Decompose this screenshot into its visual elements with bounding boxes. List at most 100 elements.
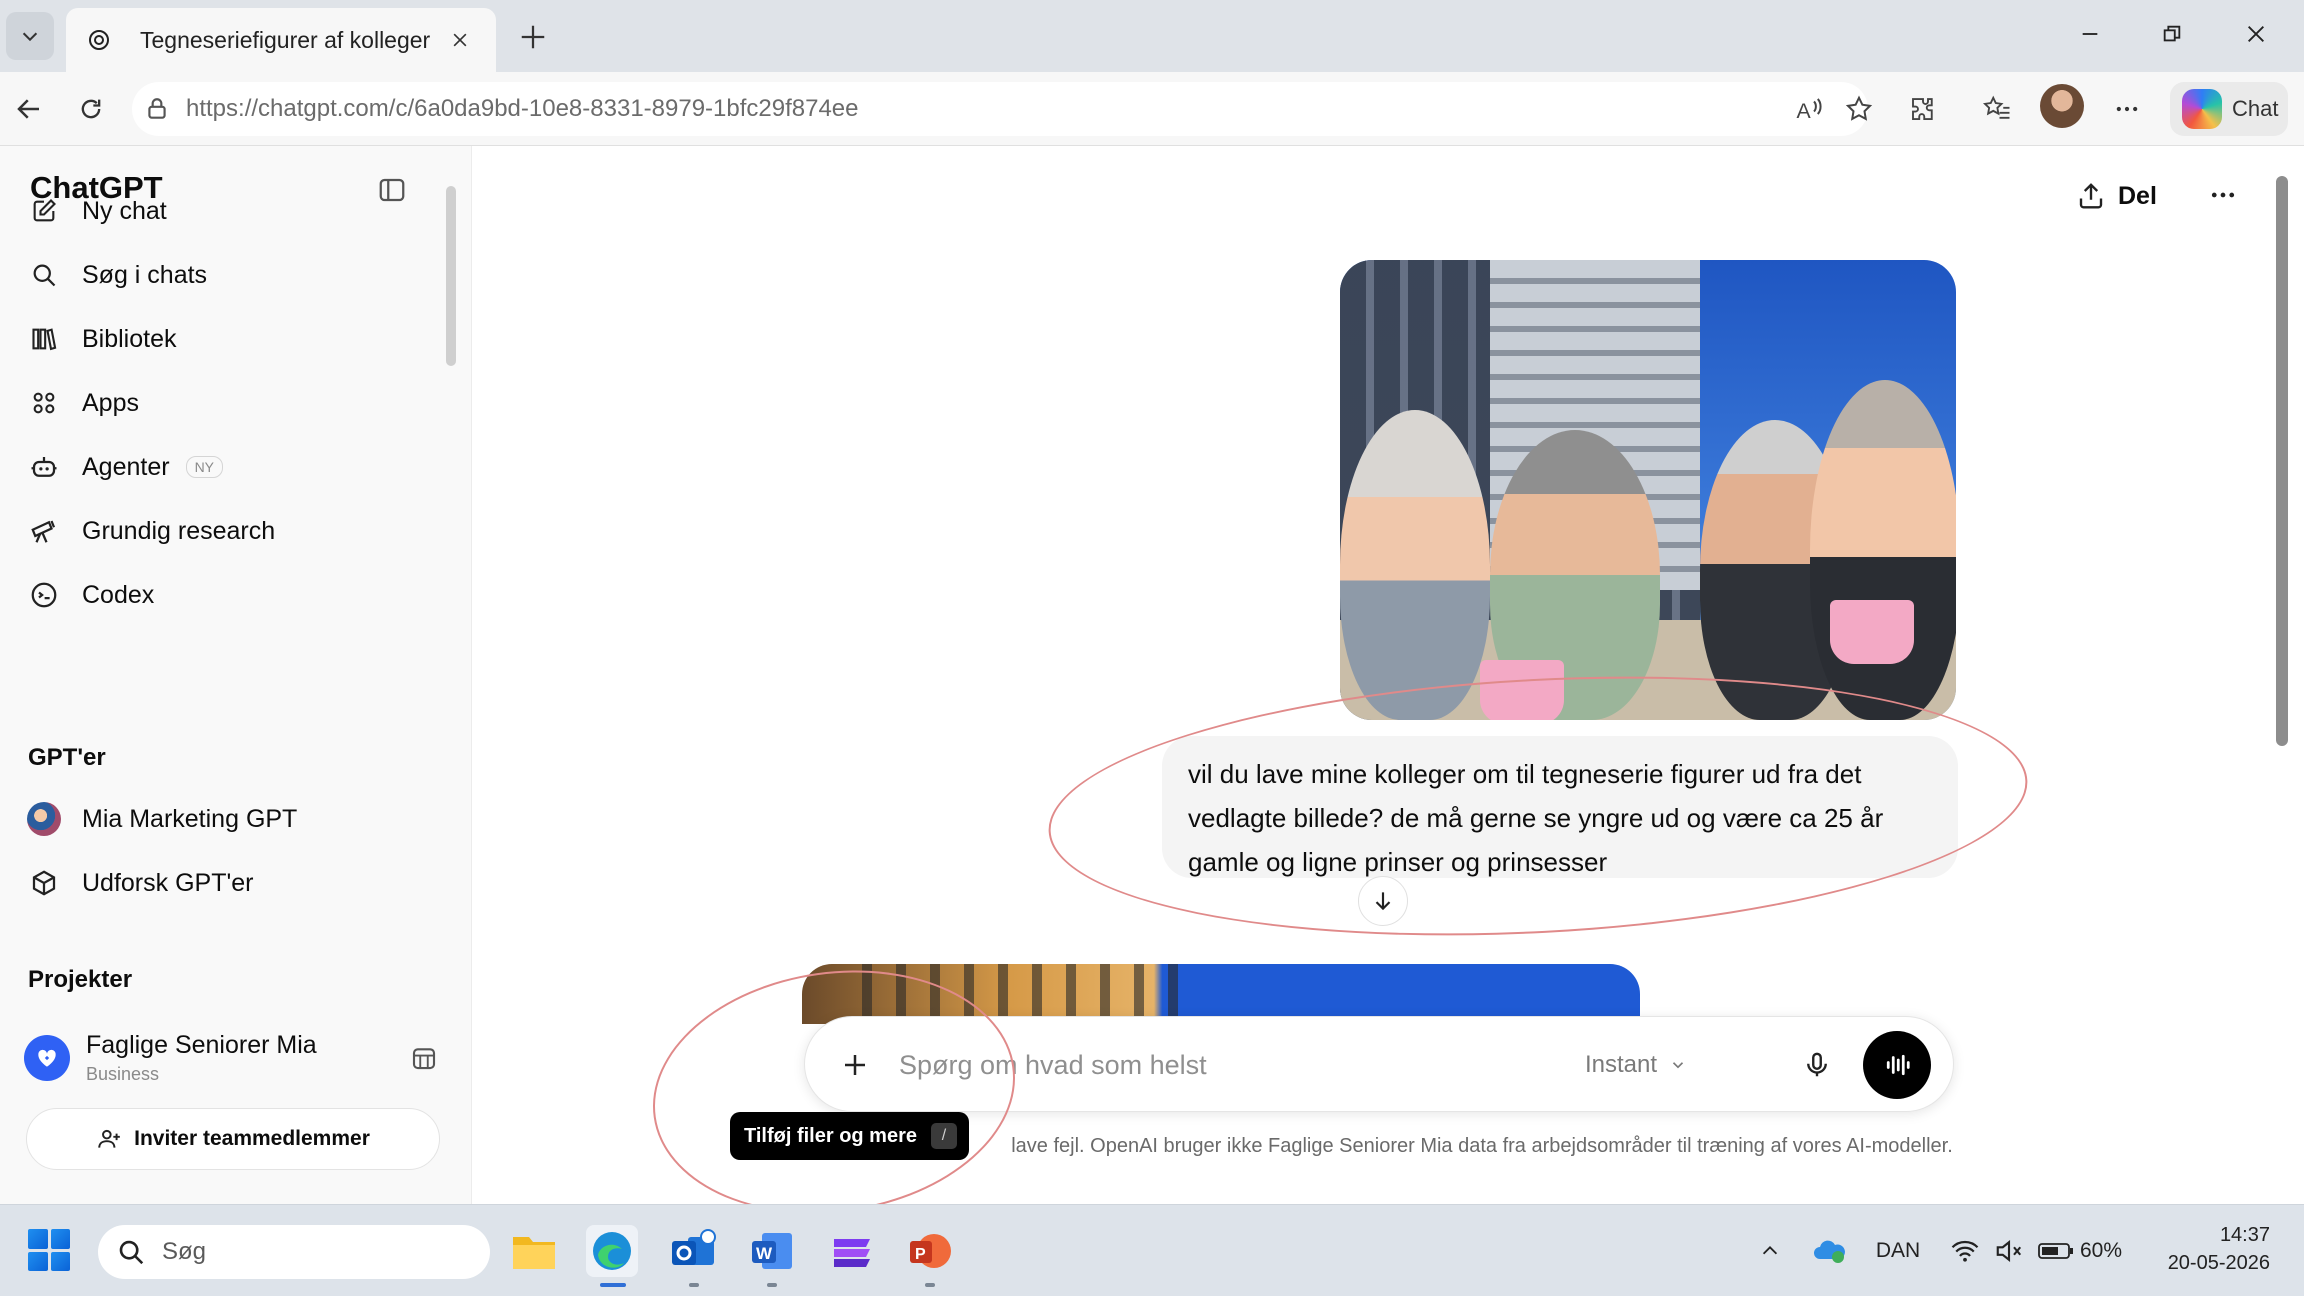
telescope-icon	[26, 513, 62, 549]
sidebar-item-explore-gpts[interactable]: Udforsk GPT'er	[26, 858, 253, 908]
copilot-label: Chat	[2232, 96, 2279, 121]
volume-muted-icon[interactable]	[1992, 1231, 2026, 1271]
show-hidden-icons-button[interactable]	[1752, 1231, 1788, 1271]
start-button[interactable]	[28, 1229, 70, 1271]
browser-toolbar: https://chatgpt.com/c/6a0da9bd-10e8-8331…	[0, 72, 2304, 146]
battery-icon	[2038, 1243, 2073, 1259]
edge-active-indicator	[600, 1283, 626, 1287]
extensions-button[interactable]	[1900, 86, 1946, 132]
image-preview-detail	[862, 964, 1182, 1024]
chat-main: Del vil du lave mine kolleger om til teg…	[472, 146, 2288, 1237]
outlook-icon[interactable]	[668, 1225, 720, 1277]
new-badge: NY	[185, 456, 224, 478]
invite-team-members-button[interactable]: Inviter teammedlemmer	[26, 1108, 440, 1170]
chat-scrollbar[interactable]	[2268, 146, 2298, 1204]
star-icon	[1845, 95, 1873, 121]
input-language-indicator[interactable]: DAN	[1868, 1231, 1928, 1271]
browser-tab-active[interactable]: Tegneseriefigurer af kolleger	[66, 8, 496, 72]
clock-date: 20-05-2026	[2167, 1252, 2270, 1274]
conversation-options-button[interactable]	[2200, 172, 2246, 218]
sidebar-item-label: Apps	[82, 388, 139, 417]
sidebar-toggle-icon	[379, 178, 405, 202]
minimize-button[interactable]	[2060, 12, 2120, 56]
project-workspace-icon[interactable]	[404, 1038, 444, 1078]
taskbar-search[interactable]: Søg	[98, 1225, 490, 1279]
sidebar-item-search-chats[interactable]: Søg i chats	[26, 250, 207, 300]
favorite-star-button[interactable]	[1836, 86, 1882, 132]
projects-heading: Projekter	[28, 966, 133, 993]
system-clock[interactable]: 14:37 20-05-2026	[2150, 1221, 2270, 1277]
reload-button[interactable]	[68, 86, 114, 132]
battery-indicator[interactable]: 60%	[2036, 1231, 2124, 1271]
windows-taskbar: Søg W P DAN 60% 14:37 20-05-2026	[0, 1204, 2304, 1296]
sidebar-item-library[interactable]: Bibliotek	[26, 314, 177, 364]
apps-grid-icon	[26, 385, 62, 421]
prompt-input[interactable]	[899, 1041, 1559, 1089]
search-icon	[26, 257, 62, 293]
share-button[interactable]: Del	[2076, 174, 2157, 218]
sidebar: ChatGPT Ny chat Søg i chats Bibliotek Ap…	[0, 146, 472, 1204]
chat-scroll-thumb[interactable]	[2276, 176, 2288, 746]
sidebar-item-agents[interactable]: Agenter NY	[26, 442, 224, 492]
sidebar-item-deep-research[interactable]: Grundig research	[26, 506, 275, 556]
chevron-down-icon	[22, 32, 38, 42]
gpt-avatar	[26, 801, 62, 837]
sidebar-item-label: Bibliotek	[82, 324, 177, 353]
edge-browser-icon[interactable]	[586, 1225, 638, 1277]
powerpoint-icon[interactable]: P	[904, 1225, 956, 1277]
chevron-up-icon	[1762, 1246, 1778, 1255]
lock-icon	[148, 98, 166, 119]
invite-label: Inviter teammedlemmer	[134, 1127, 370, 1150]
url-text: https://chatgpt.com/c/6a0da9bd-10e8-8331…	[186, 95, 859, 123]
tab-actions-menu-button[interactable]	[6, 12, 54, 60]
photo-ice-cream-cup	[1480, 660, 1564, 720]
copilot-chat-button[interactable]: Chat	[2170, 82, 2288, 136]
sidebar-item-label: Ny chat	[82, 196, 167, 225]
share-label: Del	[2118, 181, 2157, 210]
url-domain: https://chatgpt.com	[186, 95, 389, 122]
sidebar-item-new-chat[interactable]: Ny chat	[26, 186, 167, 236]
project-icon	[24, 1035, 70, 1081]
file-explorer-icon[interactable]	[508, 1225, 560, 1277]
voice-mode-button[interactable]	[1863, 1031, 1931, 1099]
browser-tabstrip: Tegneseriefigurer af kolleger	[0, 0, 2304, 72]
reload-icon	[81, 99, 101, 119]
share-icon	[2076, 181, 2106, 211]
read-aloud-button[interactable]: A	[1786, 86, 1832, 132]
clipchamp-icon[interactable]	[826, 1225, 878, 1277]
profile-avatar[interactable]	[2040, 84, 2084, 128]
outlook-indicator	[689, 1283, 699, 1287]
sidebar-item-mia-marketing-gpt[interactable]: Mia Marketing GPT	[26, 794, 297, 844]
add-attachment-button[interactable]	[833, 1043, 877, 1087]
add-user-icon	[96, 1126, 122, 1152]
browser-menu-button[interactable]	[2104, 86, 2150, 132]
taskbar-search-label: Søg	[162, 1238, 207, 1265]
sidebar-scroll-thumb[interactable]	[446, 186, 456, 366]
agent-icon	[26, 449, 62, 485]
back-button[interactable]	[6, 86, 52, 132]
close-window-button[interactable]	[2226, 12, 2286, 56]
onedrive-icon[interactable]	[1808, 1231, 1850, 1271]
dictate-button[interactable]	[1795, 1043, 1839, 1087]
restore-button[interactable]	[2142, 12, 2202, 56]
scroll-to-bottom-button[interactable]	[1358, 876, 1408, 926]
arrow-down-icon	[1375, 892, 1391, 911]
model-selector[interactable]: Instant	[1585, 1045, 1687, 1085]
sidebar-scrollbar[interactable]	[446, 176, 456, 1186]
address-bar[interactable]: https://chatgpt.com/c/6a0da9bd-10e8-8331…	[132, 82, 1868, 136]
tab-close-icon[interactable]	[444, 24, 476, 56]
favorites-button[interactable]	[1974, 86, 2020, 132]
sidebar-item-codex[interactable]: Codex	[26, 570, 154, 620]
battery-percent: 60%	[2079, 1239, 2123, 1262]
sidebar-item-apps[interactable]: Apps	[26, 378, 139, 428]
sidebar-item-label: Codex	[82, 580, 155, 609]
voice-waveform-icon	[1886, 1054, 1910, 1076]
wifi-icon[interactable]	[1948, 1231, 1982, 1271]
uploaded-photo[interactable]	[1340, 260, 1956, 720]
new-tab-button[interactable]	[512, 16, 554, 58]
tooltip-label: Tilføj filer og mere	[744, 1124, 917, 1147]
project-item[interactable]: Faglige Seniorer Mia Business	[24, 1022, 444, 1094]
word-icon[interactable]: W	[746, 1225, 798, 1277]
sidebar-toggle-button[interactable]	[374, 172, 410, 208]
project-name: Faglige Seniorer Mia	[86, 1031, 317, 1059]
